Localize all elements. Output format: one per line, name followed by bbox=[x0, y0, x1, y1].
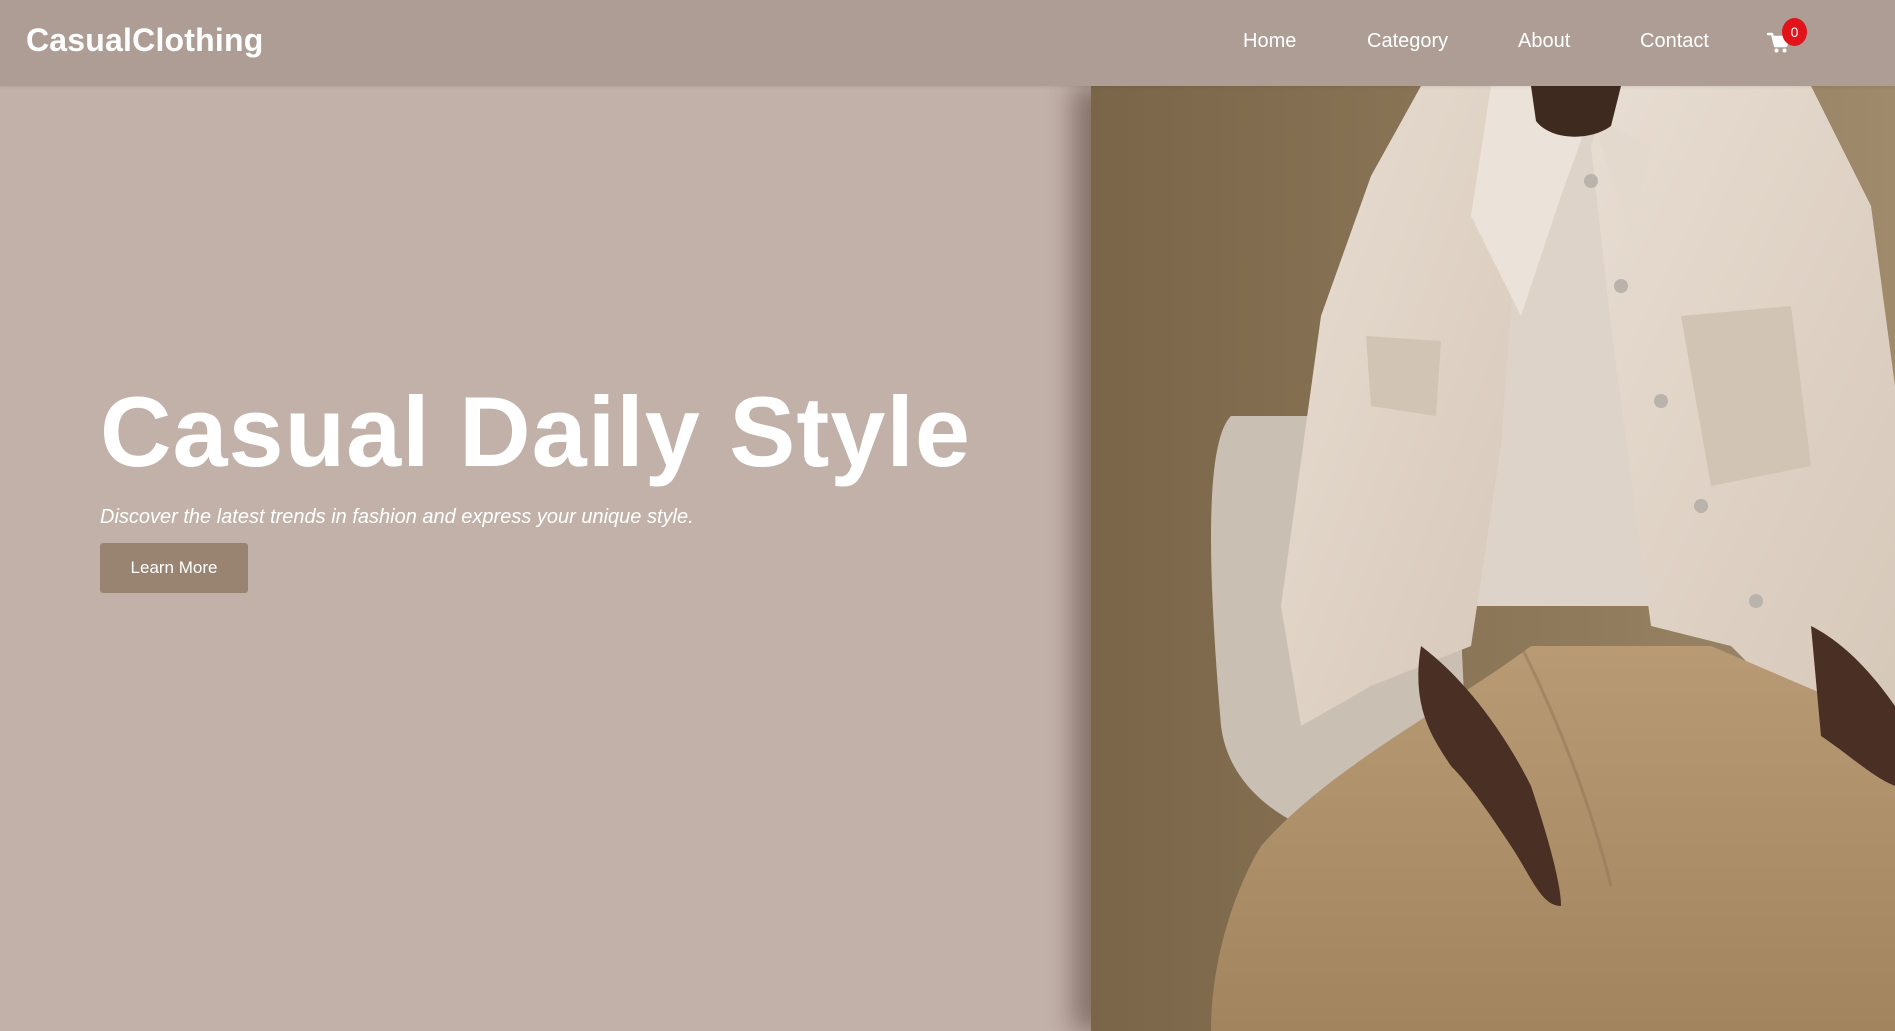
model-photo-illustration bbox=[1091, 86, 1895, 1031]
hero-image bbox=[1091, 86, 1895, 1031]
hero-subtitle: Discover the latest trends in fashion an… bbox=[100, 506, 694, 528]
hero-title: Casual Daily Style bbox=[100, 376, 971, 487]
learn-more-button[interactable]: Learn More bbox=[100, 543, 248, 593]
page: CasualClothing Home Category About Conta… bbox=[0, 0, 1895, 1031]
hero-section: Casual Daily Style Discover the latest t… bbox=[0, 86, 1091, 1031]
navbar: CasualClothing Home Category About Conta… bbox=[0, 0, 1895, 86]
cart-button[interactable]: 0 bbox=[1767, 18, 1807, 56]
nav-home-link[interactable]: Home bbox=[1243, 30, 1296, 53]
cart-count-badge: 0 bbox=[1782, 18, 1807, 46]
nav-category-link[interactable]: Category bbox=[1367, 30, 1448, 53]
nav-about-link[interactable]: About bbox=[1518, 30, 1570, 53]
main-nav: Home Category About Contact bbox=[0, 30, 1895, 60]
nav-contact-link[interactable]: Contact bbox=[1640, 30, 1709, 53]
